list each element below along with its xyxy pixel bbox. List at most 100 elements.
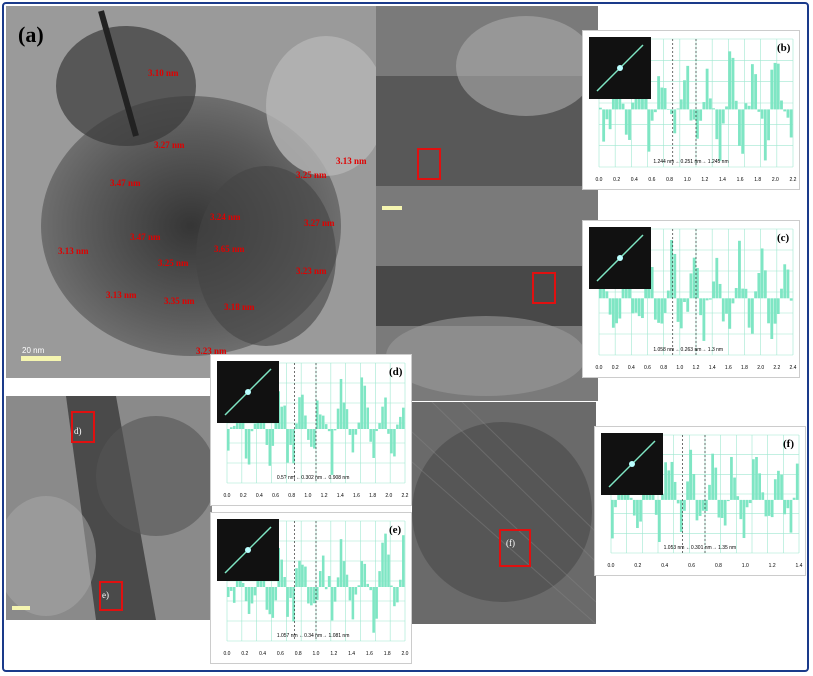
x-tick-label: 1.4 <box>337 493 344 499</box>
lattice-spacing-label: 3.18 nm <box>224 302 255 312</box>
profile-bar <box>384 533 387 587</box>
profile-bar <box>614 499 617 508</box>
profile-bar <box>715 257 719 299</box>
profile-bar <box>301 394 304 429</box>
profile-bar <box>692 474 696 500</box>
profile-bar <box>712 281 715 299</box>
profile-bar <box>324 587 328 590</box>
profile-bar <box>268 587 272 615</box>
profile-bar <box>295 568 298 587</box>
profile-bar <box>795 463 799 500</box>
profile-bar <box>292 587 295 622</box>
profile-bar <box>333 429 337 431</box>
x-tick-label: 1.2 <box>693 365 700 371</box>
x-tick-label: 0.2 <box>613 177 620 183</box>
profile-bar <box>752 459 755 500</box>
profile-bar <box>232 587 236 603</box>
profile-bar <box>780 288 783 299</box>
profile-bar <box>708 298 712 300</box>
profile-bar <box>721 109 725 124</box>
profile-bar <box>330 429 334 475</box>
profile-bar <box>310 429 313 447</box>
profile-bar <box>686 481 689 500</box>
profile-plot-e: (e) 1.057 nm ←0.34 nm→ 1.081 nm 0.0 0.2 0.4 0… <box>210 512 412 664</box>
profile-bar <box>705 68 709 110</box>
profile-bar <box>342 561 346 587</box>
region-label-d: d) <box>74 426 82 436</box>
profile-bar <box>689 109 693 121</box>
profile-bar <box>773 62 777 110</box>
x-tick-label: 1.6 <box>725 365 732 371</box>
profile-bar <box>229 587 233 591</box>
profile-bar <box>786 269 790 299</box>
profile-bar <box>602 109 606 142</box>
profile-bar <box>631 298 635 314</box>
x-tick-label: 0.0 <box>608 563 615 569</box>
profile-bar <box>232 425 236 429</box>
profile-bar <box>298 397 301 429</box>
profile-bar <box>745 499 749 508</box>
profile-bar <box>702 102 706 110</box>
profile-bar <box>316 400 319 429</box>
profile-bar <box>396 424 399 429</box>
profile-bar <box>336 577 340 587</box>
profile-bar <box>396 587 399 603</box>
profile-bar <box>667 470 671 500</box>
profile-plot-f: (f) 1.053 nm ←0.301 nm→ 1.35 nm 0.0 0.2 0.4 0… <box>594 426 806 576</box>
profile-bar <box>304 415 307 429</box>
profile-bar <box>761 492 765 500</box>
profile-bar <box>250 429 254 432</box>
profile-bar <box>624 109 628 135</box>
profile-plot-d: (d) 0.5? nm ←0.302 nm→ 0.908 nm 0.0 0.2 0.4 0… <box>210 354 412 506</box>
x-tick-label: 1.2 <box>701 177 708 183</box>
profile-bar <box>742 499 746 539</box>
profile-bar <box>718 109 722 161</box>
profile-bar <box>399 579 402 587</box>
profile-bar <box>387 554 390 587</box>
profile-bar <box>345 574 349 587</box>
profile-bar <box>764 499 768 517</box>
lattice-spacing-label: 3.27 nm <box>154 140 185 150</box>
profile-bar <box>701 499 705 511</box>
x-tick-label: 0.4 <box>631 177 638 183</box>
profile-bar <box>244 587 248 602</box>
profile-bar <box>393 429 396 457</box>
profile-bar <box>777 470 780 500</box>
x-tick-label: 2.0 <box>402 651 409 657</box>
profile-bar <box>313 587 316 604</box>
x-tick-label: 1.2 <box>769 563 776 569</box>
spacing-labels: 3.10 nm 3.27 nm 3.13 nm 3.47 nm 3.25 nm 3.24 … <box>6 6 376 378</box>
panel-letter: (f) <box>783 438 794 450</box>
profile-bar <box>660 298 664 324</box>
profile-bar <box>676 108 680 110</box>
profile-bar <box>351 587 355 620</box>
profile-bar <box>650 267 654 299</box>
x-tick-label: 0.2 <box>612 365 619 371</box>
panel-letter: (e) <box>389 524 402 536</box>
profile-bar <box>728 51 732 110</box>
profile-bar <box>658 499 661 543</box>
profile-bar <box>247 587 251 614</box>
profile-bar <box>663 88 667 110</box>
profile-bar <box>354 587 358 595</box>
profile-bar <box>683 80 686 110</box>
profile-bar <box>773 479 777 500</box>
profile-bar <box>348 587 352 601</box>
profile-bar <box>265 429 269 445</box>
profile-bar <box>789 298 793 301</box>
profile-bar <box>699 109 703 121</box>
profile-bar <box>333 587 337 602</box>
profile-bar <box>307 429 310 440</box>
profile-bar <box>792 497 796 500</box>
profile-bar <box>301 564 304 587</box>
profile-bar <box>789 499 793 533</box>
profile-bar <box>660 87 664 110</box>
profile-bar <box>295 423 298 429</box>
profile-bar <box>657 76 661 110</box>
x-tick-label: 2.0 <box>757 365 764 371</box>
profile-bar <box>714 467 718 500</box>
profile-bar <box>628 109 631 140</box>
profile-bar <box>310 587 313 606</box>
profile-bar <box>776 63 780 110</box>
profile-bar <box>731 57 735 110</box>
